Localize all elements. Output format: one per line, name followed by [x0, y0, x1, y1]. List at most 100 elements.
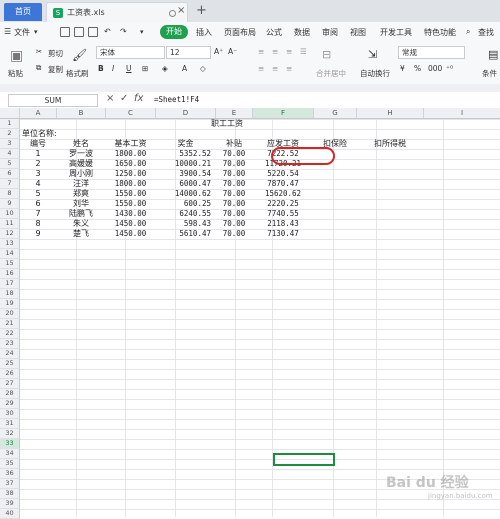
row-header[interactable]: 23 — [0, 339, 20, 349]
cell-bonus[interactable]: 3900.54 — [156, 169, 211, 179]
row-header[interactable]: 20 — [0, 309, 20, 319]
header-id[interactable]: 编号 — [20, 139, 56, 149]
cell-base-salary[interactable]: 1650.00 — [106, 159, 155, 169]
column-header-d[interactable]: D — [156, 108, 216, 119]
cell-allowance[interactable]: 70.00 — [216, 199, 252, 209]
row-header[interactable]: 27 — [0, 379, 20, 389]
row-header[interactable]: 28 — [0, 389, 20, 399]
cell-name[interactable]: 高媛媛 — [57, 159, 105, 169]
currency-icon[interactable]: ¥ — [400, 64, 405, 73]
row-header[interactable]: 10 — [0, 209, 20, 219]
cell-bonus[interactable]: 600.25 — [156, 199, 211, 209]
row-header[interactable]: 13 — [0, 239, 20, 249]
align-right-icon[interactable]: ≡ — [286, 64, 292, 73]
row-header[interactable]: 40 — [0, 509, 20, 519]
bold-icon[interactable]: B — [98, 64, 104, 73]
row-header[interactable]: 1 — [0, 119, 20, 129]
cell-id[interactable]: 5 — [20, 189, 56, 199]
header-allowance[interactable]: 补贴 — [216, 139, 252, 149]
header-name[interactable]: 姓名 — [57, 139, 105, 149]
merge-icon[interactable]: ⊟ — [322, 48, 331, 61]
tab-home[interactable]: 首页 — [4, 3, 42, 21]
preview-icon[interactable] — [88, 27, 98, 37]
row-header[interactable]: 6 — [0, 169, 20, 179]
cell-name[interactable]: 周小刚 — [57, 169, 105, 179]
number-format-select[interactable]: 常规 — [398, 46, 465, 59]
cut-button[interactable]: 剪切 — [48, 48, 63, 59]
menu-start[interactable]: 开始 — [160, 25, 188, 39]
align-bottom-icon[interactable]: ≡ — [286, 47, 292, 56]
row-header[interactable]: 5 — [0, 159, 20, 169]
cell-bonus[interactable]: 14000.62 — [156, 189, 211, 199]
row-header[interactable]: 37 — [0, 479, 20, 489]
italic-icon[interactable]: I — [112, 64, 114, 73]
select-all-corner[interactable] — [0, 108, 20, 119]
formula-input[interactable]: =Sheet1!F4 — [154, 95, 199, 104]
row-header[interactable]: 36 — [0, 469, 20, 479]
header-base-salary[interactable]: 基本工资 — [106, 139, 155, 149]
percent-icon[interactable]: % — [414, 64, 421, 73]
cell-base-salary[interactable]: 1450.00 — [106, 219, 155, 229]
cell-allowance[interactable]: 70.00 — [216, 169, 252, 179]
row-header[interactable]: 33 — [0, 439, 20, 449]
row-header[interactable]: 31 — [0, 419, 20, 429]
row-header[interactable]: 24 — [0, 349, 20, 359]
row-header[interactable]: 34 — [0, 449, 20, 459]
format-painter-button[interactable]: 格式刷 — [66, 68, 89, 79]
row-header[interactable]: 25 — [0, 359, 20, 369]
row-header[interactable]: 17 — [0, 279, 20, 289]
menu-view[interactable]: 视图 — [350, 27, 366, 38]
cell-base-salary[interactable]: 1550.00 — [106, 189, 155, 199]
row-header[interactable]: 35 — [0, 459, 20, 469]
cell-base-salary[interactable]: 1800.00 — [106, 179, 155, 189]
paste-button[interactable]: 粘贴 — [8, 68, 23, 79]
sheet-title[interactable]: 职工工资 — [190, 119, 264, 129]
row-header[interactable]: 11 — [0, 219, 20, 229]
menu-insert[interactable]: 插入 — [196, 27, 212, 38]
cell-base-salary[interactable]: 1800.00 — [106, 149, 155, 159]
cell-gross-pay[interactable]: 7740.55 — [253, 209, 313, 219]
fill-color-icon[interactable]: ◈ — [162, 64, 168, 73]
font-name-select[interactable]: 宋体 — [96, 46, 165, 59]
column-header-a[interactable]: A — [20, 108, 57, 119]
conditional-format-icon[interactable]: ▤ — [488, 48, 498, 61]
decimal-icon[interactable]: ⁺⁰ — [446, 64, 453, 73]
cell-name[interactable]: 罗一波 — [57, 149, 105, 159]
cell-gross-pay[interactable]: 2118.43 — [253, 219, 313, 229]
cell-name[interactable]: 刘华 — [57, 199, 105, 209]
unit-name-label[interactable]: 单位名称: — [22, 129, 57, 139]
row-header[interactable]: 19 — [0, 299, 20, 309]
cell-id[interactable]: 9 — [20, 229, 56, 239]
cell-id[interactable]: 8 — [20, 219, 56, 229]
font-size-select[interactable]: 12 — [166, 46, 211, 59]
row-header[interactable]: 21 — [0, 319, 20, 329]
row-header[interactable]: 32 — [0, 429, 20, 439]
cell-gross-pay[interactable]: 15620.62 — [253, 189, 313, 199]
cell-name[interactable]: 郑爽 — [57, 189, 105, 199]
column-header-f[interactable]: F — [253, 108, 314, 119]
row-header[interactable]: 16 — [0, 269, 20, 279]
cell-allowance[interactable]: 70.00 — [216, 179, 252, 189]
cell-allowance[interactable]: 70.00 — [216, 189, 252, 199]
cell-gross-pay[interactable]: 7870.47 — [253, 179, 313, 189]
cell-base-salary[interactable]: 1430.00 — [106, 209, 155, 219]
format-painter-icon[interactable]: 🖌 — [72, 48, 87, 62]
copy-button[interactable]: 复制 — [48, 64, 63, 75]
conditional-format-button[interactable]: 条件 — [482, 68, 497, 79]
row-header[interactable]: 30 — [0, 409, 20, 419]
column-header-b[interactable]: B — [57, 108, 106, 119]
row-header[interactable]: 14 — [0, 249, 20, 259]
copy-icon[interactable]: ⧉ — [36, 63, 41, 73]
row-header[interactable]: 18 — [0, 289, 20, 299]
row-header[interactable]: 9 — [0, 199, 20, 209]
new-tab-button[interactable]: + — [196, 3, 207, 18]
menu-special[interactable]: 特色功能 — [424, 27, 456, 38]
cell-allowance[interactable]: 70.00 — [216, 159, 252, 169]
row-header[interactable]: 15 — [0, 259, 20, 269]
border-icon[interactable]: ⊞ — [142, 64, 148, 73]
menu-developer[interactable]: 开发工具 — [380, 27, 412, 38]
row-header[interactable]: 38 — [0, 489, 20, 499]
paste-icon[interactable]: ▣ — [10, 48, 23, 64]
font-color-icon[interactable]: A — [182, 64, 187, 73]
row-header[interactable]: 39 — [0, 499, 20, 509]
